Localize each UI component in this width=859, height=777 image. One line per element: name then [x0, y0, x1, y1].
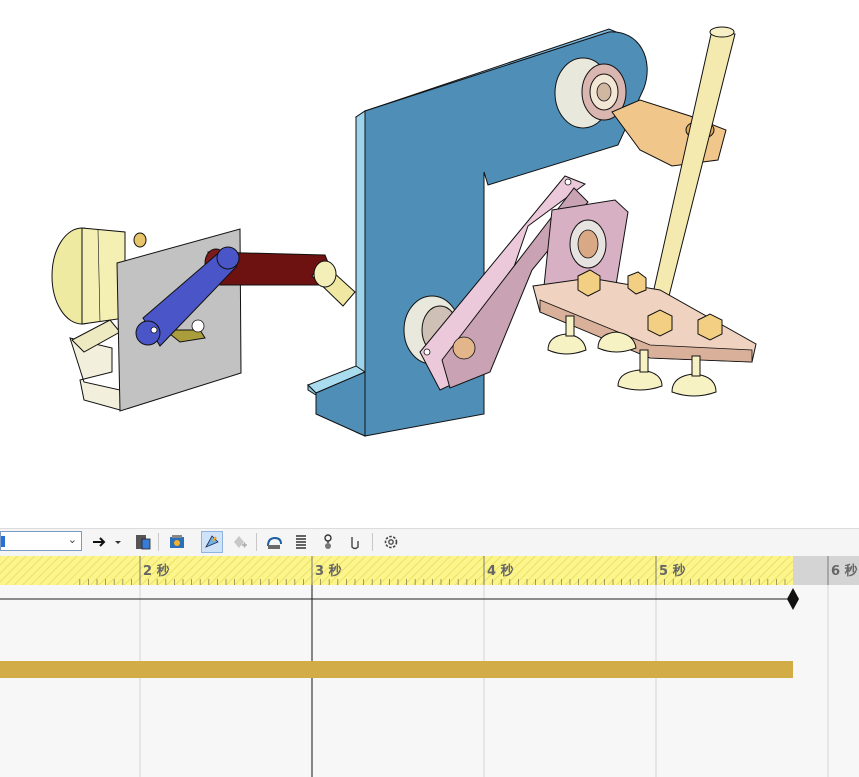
toolbar-separator	[256, 533, 257, 551]
time-tick-label: 6 秒	[831, 563, 858, 579]
key-point-diamond[interactable]	[787, 588, 799, 610]
animation-wizard-icon[interactable]	[166, 531, 188, 553]
motor-mount-bracket	[69, 319, 121, 411]
dropdown-chevron-icon[interactable]	[112, 531, 124, 553]
drive-shaft	[311, 260, 356, 307]
add-key-icon[interactable]	[228, 531, 250, 553]
motor-icon[interactable]	[263, 531, 285, 553]
time-tick-label: 4 秒	[487, 563, 514, 579]
timeline-tracks	[0, 585, 829, 777]
motion-timeline[interactable]: 2 秒 3 秒 4 秒 5 秒 6 秒	[0, 556, 859, 777]
save-animation-icon[interactable]	[132, 531, 154, 553]
contact-icon[interactable]	[317, 531, 339, 553]
3d-viewport[interactable]	[0, 0, 859, 528]
component-change-bar[interactable]	[0, 661, 793, 678]
vertical-rod	[651, 29, 736, 301]
combo-selection-accent	[1, 536, 5, 547]
time-tick-label: 2 秒	[143, 563, 170, 579]
timeline-grid	[139, 585, 829, 777]
motion-toolbar: ⌄	[0, 528, 859, 557]
toolbar-separator	[158, 533, 159, 551]
chevron-down-icon: ⌄	[67, 533, 77, 546]
gravity-icon[interactable]	[344, 531, 366, 553]
time-ruler[interactable]: 2 秒 3 秒 4 秒 5 秒 6 秒	[0, 556, 859, 585]
time-tick-label: 5 秒	[659, 563, 686, 579]
auto-key-icon[interactable]	[201, 531, 223, 553]
study-type-dropdown[interactable]: ⌄	[0, 531, 82, 551]
settings-gear-icon[interactable]	[380, 531, 402, 553]
toolbar-separator	[372, 533, 373, 551]
time-tick-label: 3 秒	[315, 563, 342, 579]
arrow-right-icon[interactable]	[88, 531, 110, 553]
spring-icon[interactable]	[290, 531, 312, 553]
